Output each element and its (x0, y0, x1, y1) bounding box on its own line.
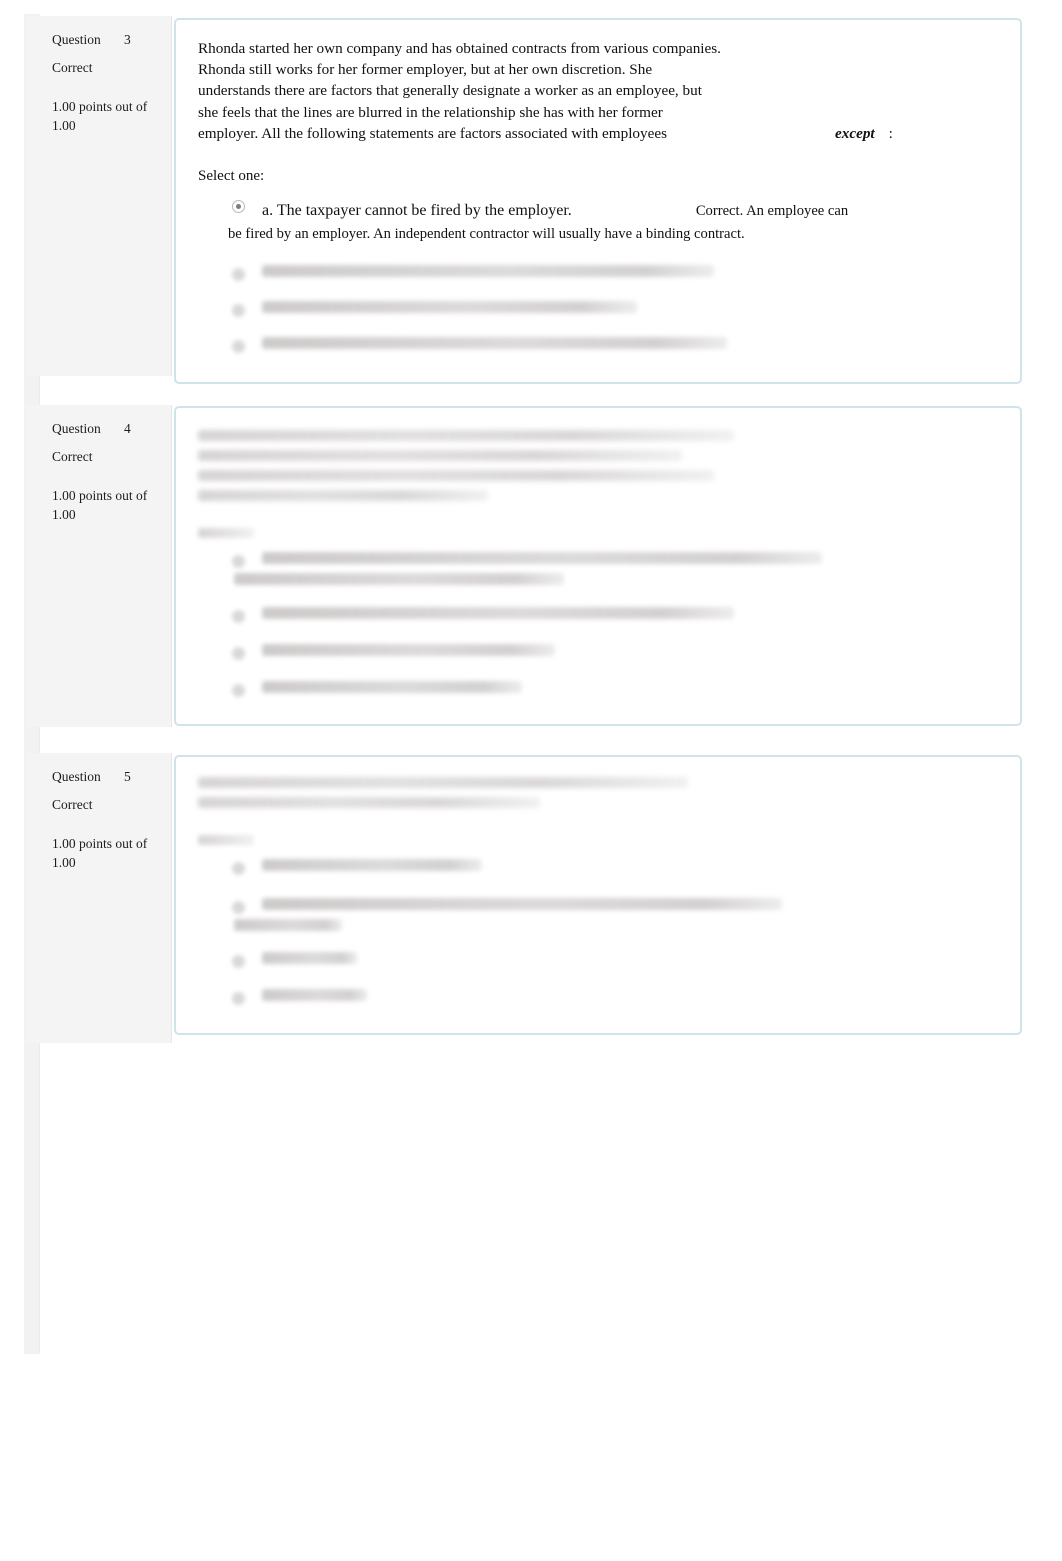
answer-option-c-4[interactable] (198, 640, 998, 666)
answer-option-c-5[interactable] (198, 948, 998, 974)
answer-feedback-blurred (234, 919, 342, 931)
stem-except-word: except (835, 124, 875, 142)
answer-list-3: a. The taxpayer cannot be fired by the e… (176, 186, 1020, 377)
answer-text-blurred (262, 681, 522, 693)
answer-option-b-4[interactable] (198, 603, 998, 629)
answer-option-a-4[interactable] (198, 548, 998, 589)
answer-list-4 (176, 538, 1020, 721)
select-one-label-5-blurred (176, 817, 1020, 845)
question-grade-5: 1.00 points out of 1.00 (52, 836, 148, 870)
answer-option-c-3[interactable] (198, 297, 998, 323)
stem-line-blurred (198, 430, 734, 441)
question-card-3: Rhonda started her own company and has o… (174, 18, 1022, 384)
answer-text-blurred (262, 859, 482, 871)
question-state-5: Correct (52, 797, 93, 812)
stem-line: she feels that the lines are blurred in … (198, 103, 663, 121)
question-label-4: Question (52, 421, 101, 436)
answer-text-blurred (262, 337, 727, 350)
radio-icon[interactable] (232, 647, 245, 660)
answer-option-d-4[interactable] (198, 677, 998, 703)
stem-colon: : (888, 124, 893, 142)
answer-feedback-blurred (234, 573, 564, 585)
answer-option-b-5[interactable] (198, 894, 998, 935)
answer-option-a-3[interactable]: a. The taxpayer cannot be fired by the e… (198, 192, 998, 249)
answer-text: a. The taxpayer cannot be fired by the e… (262, 202, 572, 220)
question-card-4 (174, 406, 1022, 726)
answer-option-a-5[interactable] (198, 855, 998, 881)
radio-icon[interactable] (232, 200, 245, 214)
question-grade-4: 1.00 points out of 1.00 (52, 488, 148, 522)
answer-text-blurred (262, 644, 555, 656)
stem-line-blurred (198, 450, 682, 461)
radio-icon[interactable] (232, 992, 245, 1005)
radio-icon[interactable] (232, 268, 245, 282)
answer-feedback-rest: be fired by an employer. An independent … (228, 226, 745, 243)
stem-line-blurred (198, 777, 688, 788)
answer-option-d-5[interactable] (198, 985, 998, 1011)
radio-icon[interactable] (232, 340, 245, 354)
question-number-5: 5 (124, 769, 131, 784)
radio-icon[interactable] (232, 862, 245, 875)
stem-line: understands there are factors that gener… (198, 82, 702, 100)
question-number-3: 3 (124, 32, 131, 47)
quiz-review-page: Question 3 Correct 1.00 points out of 1.… (0, 0, 1062, 1561)
question-card-5 (174, 755, 1022, 1035)
question-stem-4-blurred (176, 408, 1020, 501)
stem-line-blurred (198, 490, 488, 501)
question-label-5: Question (52, 769, 101, 784)
radio-icon[interactable] (232, 901, 245, 914)
stem-line: Rhonda still works for her former employ… (198, 61, 653, 79)
question-stem-5-blurred (176, 757, 1020, 808)
radio-icon[interactable] (232, 555, 245, 568)
question-label-row-3: Question 3 (52, 30, 157, 50)
stem-line-blurred (198, 797, 540, 808)
question-stem-3: Rhonda started her own company and has o… (176, 20, 1020, 144)
answer-option-b-3[interactable] (198, 261, 998, 287)
question-state-3: Correct (52, 60, 93, 75)
answer-text-blurred (262, 301, 637, 314)
stem-last-line: employer. All the following statements a… (198, 123, 998, 144)
radio-icon[interactable] (232, 684, 245, 697)
question-info-3: Question 3 Correct 1.00 points out of 1.… (26, 16, 172, 376)
answer-text-blurred (262, 898, 782, 910)
radio-icon[interactable] (232, 304, 245, 318)
stem-line: employer. All the following statements a… (198, 124, 667, 142)
question-label-row-5: Question 5 (52, 767, 157, 787)
select-one-label-3: Select one: (198, 168, 265, 185)
answer-text-blurred (262, 952, 357, 964)
question-state-4: Correct (52, 449, 93, 464)
answer-list-5 (176, 845, 1020, 1029)
question-label-row-4: Question 4 (52, 419, 157, 439)
answer-option-d-3[interactable] (198, 333, 998, 359)
question-info-5: Question 5 Correct 1.00 points out of 1.… (26, 753, 172, 1043)
answer-feedback-inline: Correct. An employee can (695, 203, 849, 220)
answer-text-blurred (262, 265, 714, 278)
radio-icon[interactable] (232, 955, 245, 968)
radio-icon[interactable] (232, 610, 245, 623)
stem-line: Rhonda started her own company and has o… (198, 40, 721, 57)
question-label-3: Question (52, 32, 101, 47)
stem-line-blurred (198, 470, 714, 481)
answer-text-blurred (262, 552, 822, 564)
question-info-4: Question 4 Correct 1.00 points out of 1.… (26, 405, 172, 727)
answer-text-blurred (262, 989, 367, 1001)
question-grade-3: 1.00 points out of 1.00 (52, 99, 148, 133)
answer-text-blurred (262, 607, 734, 619)
select-one-label-4-blurred (176, 510, 1020, 538)
question-number-4: 4 (124, 421, 131, 436)
